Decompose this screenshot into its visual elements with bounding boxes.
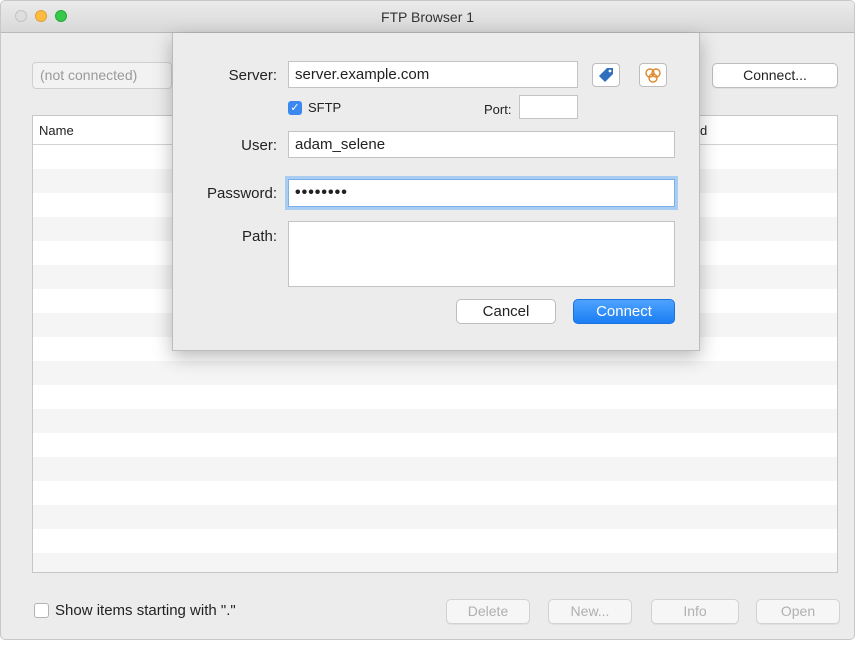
show-hidden-items-option[interactable]: Show items starting with "." — [34, 602, 236, 619]
table-row — [33, 385, 837, 409]
connect-button[interactable]: Connect... — [712, 63, 838, 88]
sftp-label: SFTP — [308, 100, 342, 115]
recent-servers-button[interactable] — [639, 63, 667, 87]
show-hidden-checkbox[interactable] — [34, 603, 49, 618]
sftp-option[interactable]: ✓ SFTP — [288, 100, 341, 115]
table-row — [33, 409, 837, 433]
password-field[interactable]: •••••••• — [288, 179, 675, 207]
dialog-connect-button[interactable]: Connect — [573, 299, 675, 324]
table-row — [33, 505, 837, 529]
path-field[interactable] — [288, 221, 675, 287]
cancel-button[interactable]: Cancel — [456, 299, 556, 324]
user-field[interactable]: adam_selene — [288, 131, 675, 158]
bookmark-button[interactable] — [592, 63, 620, 87]
table-row — [33, 361, 837, 385]
recent-servers-icon — [645, 68, 661, 83]
window-title: FTP Browser 1 — [380, 9, 475, 25]
column-header-modified[interactable]: d — [700, 123, 707, 138]
table-row — [33, 481, 837, 505]
port-field[interactable] — [519, 95, 578, 119]
connection-status-field: (not connected) — [32, 62, 172, 89]
table-row — [33, 457, 837, 481]
table-row — [33, 433, 837, 457]
sftp-checkbox[interactable]: ✓ — [288, 100, 302, 115]
table-row — [33, 529, 837, 553]
info-button[interactable]: Info — [651, 599, 739, 624]
server-label: Server: — [228, 67, 277, 84]
user-label: User: — [241, 137, 277, 154]
show-hidden-label: Show items starting with "." — [55, 602, 236, 619]
port-label: Port: — [484, 102, 512, 117]
connect-dialog: Server: server.example.com ✓ SFTP Port: … — [172, 33, 700, 351]
password-label: Password: — [206, 185, 277, 202]
open-button[interactable]: Open — [756, 599, 840, 624]
new-button[interactable]: New... — [548, 599, 632, 624]
server-field[interactable]: server.example.com — [288, 61, 578, 88]
bookmark-tag-icon — [599, 68, 613, 82]
path-label: Path: — [241, 228, 277, 245]
table-row — [33, 553, 837, 572]
delete-button[interactable]: Delete — [446, 599, 530, 624]
app-window: FTP Browser 1 (not connected) Connect...… — [0, 0, 855, 640]
column-header-name[interactable]: Name — [39, 123, 74, 138]
title-bar[interactable]: FTP Browser 1 — [1, 1, 854, 33]
